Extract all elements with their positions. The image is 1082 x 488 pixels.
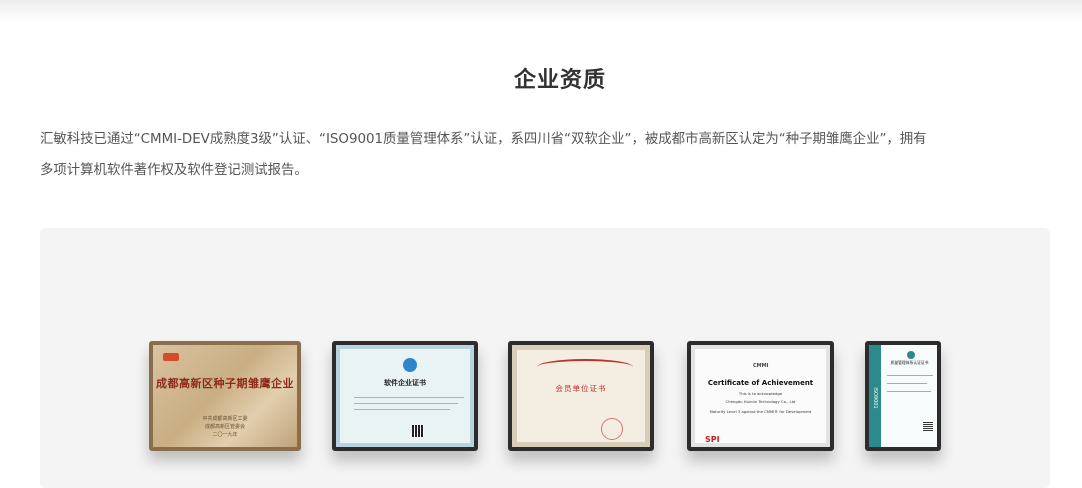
text-line bbox=[354, 397, 464, 398]
certificate-title: Certificate of Achievement bbox=[707, 379, 814, 387]
section-intro: 汇敏科技已通过“CMMI-DEV成熟度3级”认证、“ISO9001质量管理体系”… bbox=[40, 124, 1052, 186]
certificate-cmmi[interactable]: CMMI Certificate of Achievement This is … bbox=[687, 341, 834, 451]
header-arc bbox=[537, 359, 633, 375]
certificate-date: 二〇一九年 bbox=[212, 432, 238, 438]
qr-code-icon bbox=[923, 421, 933, 431]
text-line bbox=[887, 375, 933, 376]
intro-line-2: 多项计算机软件著作权及软件登记测试报告。 bbox=[40, 163, 308, 178]
org-logo bbox=[163, 353, 179, 361]
text-line bbox=[354, 403, 458, 404]
emblem-icon bbox=[907, 351, 915, 359]
certificate-iso9001[interactable]: ISO9001 质量管理体系认证证书 bbox=[865, 341, 941, 451]
seal-icon bbox=[601, 418, 623, 440]
certificate-seed-eagle[interactable]: 成都高新区种子期雏鹰企业 中共成都高新区工委 成都高新区管委会 二〇一九年 bbox=[149, 341, 301, 451]
cmmi-logo: CMMI bbox=[753, 363, 769, 369]
certificate-title: 软件企业证书 bbox=[384, 379, 426, 387]
certificate-title: 会员单位证书 bbox=[555, 384, 607, 393]
text-line bbox=[354, 409, 450, 410]
certificate-line: Chengdu Huimin Technology Co., Ltd bbox=[725, 399, 796, 404]
csia-emblem-icon bbox=[403, 358, 417, 372]
qr-code-icon bbox=[412, 425, 424, 437]
certificate-org: 中共成都高新区工委 bbox=[202, 416, 248, 422]
intro-line-1: 汇敏科技已通过“CMMI-DEV成熟度3级”认证、“ISO9001质量管理体系”… bbox=[40, 132, 927, 147]
certificate-title: 成都高新区种子期雏鹰企业 bbox=[156, 377, 294, 390]
section-title: 企业资质 bbox=[513, 68, 606, 94]
certificate-line: Maturity Level 3 against the CMMI® for D… bbox=[709, 409, 812, 414]
certificate-org: 成都高新区管委会 bbox=[204, 424, 245, 430]
spi-logo: SPI bbox=[705, 435, 720, 444]
certificate-title: 质量管理体系认证证书 bbox=[890, 360, 929, 365]
side-band: ISO9001 bbox=[869, 345, 881, 447]
text-line bbox=[887, 391, 931, 392]
certificate-software-enterprise[interactable]: 软件企业证书 bbox=[332, 341, 478, 451]
band-label: ISO9001 bbox=[872, 387, 878, 409]
certificate-member-unit[interactable]: 会员单位证书 bbox=[508, 341, 654, 451]
header-shadow bbox=[0, 0, 1082, 22]
text-line bbox=[887, 383, 927, 384]
certificate-line: This is to acknowledge bbox=[738, 391, 783, 396]
